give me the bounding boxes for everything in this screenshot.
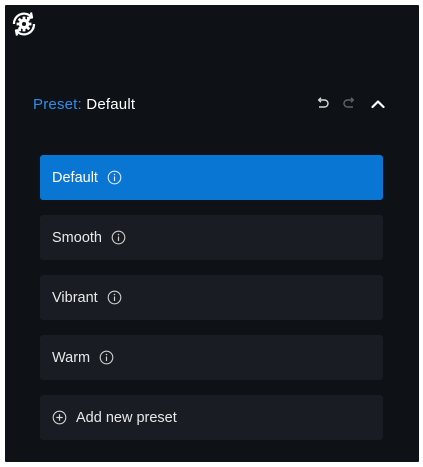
preset-header: Preset: Default [33,89,393,119]
gear-sync-icon[interactable] [8,8,40,40]
info-icon[interactable] [107,290,122,305]
preset-list: Default Smooth Vibrant Warm Add new pres… [40,155,383,455]
preset-item-smooth[interactable]: Smooth [40,215,383,260]
redo-icon[interactable] [341,95,359,113]
preset-panel: Preset: Default Default Smooth Vibrant W… [5,5,419,462]
preset-item-label: Smooth [52,229,102,246]
preset-item-vibrant[interactable]: Vibrant [40,275,383,320]
undo-icon[interactable] [313,95,331,113]
add-preset-label: Add new preset [76,409,177,426]
preset-label: Preset: [33,95,82,113]
preset-title: Preset: Default [33,96,135,113]
add-preset-button[interactable]: Add new preset [40,395,383,440]
info-icon[interactable] [111,230,126,245]
info-icon[interactable] [107,170,122,185]
preset-item-warm[interactable]: Warm [40,335,383,380]
preset-item-label: Warm [52,349,91,366]
preset-item-default[interactable]: Default [40,155,383,200]
header-actions [313,95,393,113]
plus-circle-icon [52,410,67,425]
chevron-up-icon[interactable] [369,95,387,113]
current-preset-name: Default [86,95,136,113]
preset-item-label: Vibrant [52,289,98,306]
info-icon[interactable] [99,350,114,365]
preset-item-label: Default [52,169,98,186]
